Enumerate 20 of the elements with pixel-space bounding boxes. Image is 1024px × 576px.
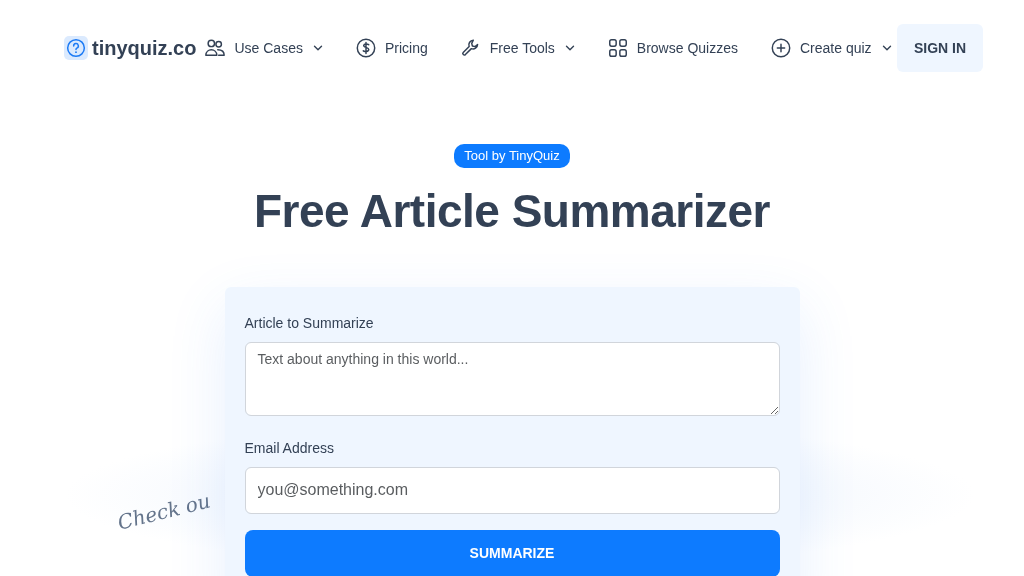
email-field[interactable]: you@something.com <box>244 466 780 514</box>
nav-dropdown[interactable]: Create quiz <box>800 37 872 59</box>
dollar-icon <box>354 37 377 59</box>
article-textarea[interactable]: Text about anything in this world... <box>244 341 780 416</box>
nav-link[interactable]: Pricing <box>384 37 428 59</box>
grid-icon <box>606 37 629 59</box>
tool-badge: Tool by TinyQuiz <box>454 144 570 168</box>
nav-link[interactable]: Browse Quizzes <box>636 37 738 59</box>
page-heading: Free Article Summarizer <box>254 183 770 239</box>
field-label: Article to Summarize <box>244 313 375 333</box>
brand-name[interactable]: tinyquiz.co <box>92 33 197 63</box>
sign-in-button[interactable]: SIGN IN <box>897 24 983 72</box>
nav-dropdown[interactable]: Use Cases <box>234 37 303 59</box>
handwritten-note: Check ou <box>114 487 214 537</box>
nav-dropdown[interactable]: Free Tools <box>489 37 555 59</box>
summarize-button[interactable]: SUMMARIZE <box>244 529 780 576</box>
field-label: Email Address <box>244 438 335 458</box>
logo-icon <box>64 36 88 60</box>
people-icon <box>204 37 227 59</box>
plus-circle-icon <box>770 37 792 59</box>
